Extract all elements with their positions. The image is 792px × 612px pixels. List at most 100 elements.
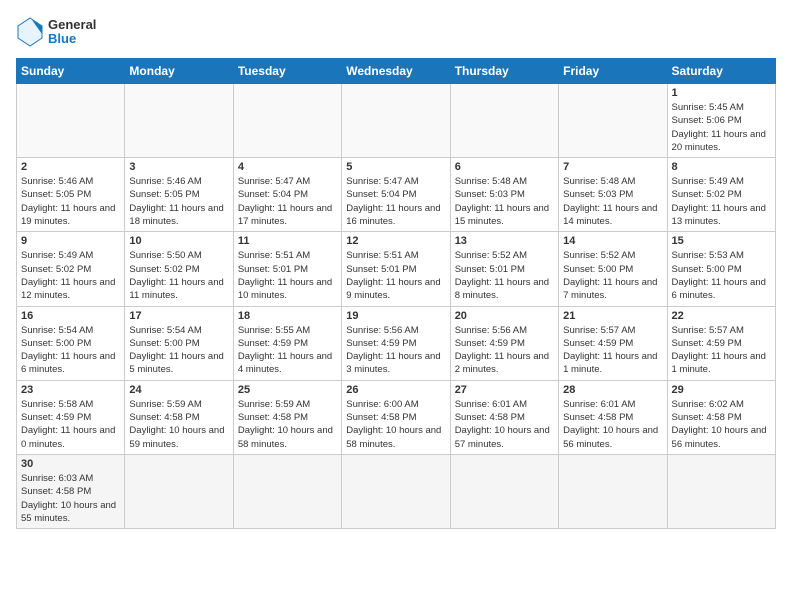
day-number: 10 <box>129 235 228 247</box>
day-info: Sunrise: 5:54 AMSunset: 5:00 PMDaylight:… <box>129 324 228 377</box>
day-info: Sunrise: 5:53 AMSunset: 5:00 PMDaylight:… <box>672 249 771 302</box>
calendar-cell: 29Sunrise: 6:02 AMSunset: 4:58 PMDayligh… <box>667 380 775 454</box>
day-info: Sunrise: 5:52 AMSunset: 5:01 PMDaylight:… <box>455 249 554 302</box>
calendar-cell: 18 Sunrise: 5:55 AMSunset: 4:59 PMDayligh… <box>233 306 341 380</box>
day-info: Sunrise: 5:58 AMSunset: 4:59 PMDaylight:… <box>21 398 120 451</box>
calendar-cell <box>559 84 667 158</box>
calendar-cell <box>559 454 667 528</box>
day-info: Sunrise: 5:48 AMSunset: 5:03 PMDaylight:… <box>455 175 554 228</box>
calendar-cell <box>342 454 450 528</box>
logo-graphic <box>16 16 44 48</box>
day-number: 23 <box>21 384 120 396</box>
day-info: Sunrise: 5:46 AMSunset: 5:05 PMDaylight:… <box>129 175 228 228</box>
day-info: Sunrise: 5:48 AMSunset: 5:03 PMDaylight:… <box>563 175 662 228</box>
day-info: Sunrise: 5:49 AMSunset: 5:02 PMDaylight:… <box>21 249 120 302</box>
day-info: Sunrise: 5:45 AMSunset: 5:06 PMDaylight:… <box>672 101 771 154</box>
day-number: 11 <box>238 235 337 247</box>
calendar-table: SundayMondayTuesdayWednesdayThursdayFrid… <box>16 58 776 529</box>
calendar-cell: 21Sunrise: 5:57 AMSunset: 4:59 PMDayligh… <box>559 306 667 380</box>
calendar-cell: 5 Sunrise: 5:47 AMSunset: 5:04 PMDaylight… <box>342 158 450 232</box>
day-number: 8 <box>672 161 771 173</box>
day-info: Sunrise: 5:51 AMSunset: 5:01 PMDaylight:… <box>346 249 445 302</box>
calendar-cell: 25 Sunrise: 5:59 AMSunset: 4:58 PMDayligh… <box>233 380 341 454</box>
day-number: 4 <box>238 161 337 173</box>
calendar-cell <box>342 84 450 158</box>
day-info: Sunrise: 6:01 AMSunset: 4:58 PMDaylight:… <box>455 398 554 451</box>
calendar-week-4: 16 Sunrise: 5:54 AMSunset: 5:00 PMDayligh… <box>17 306 776 380</box>
calendar-cell: 13 Sunrise: 5:52 AMSunset: 5:01 PMDayligh… <box>450 232 558 306</box>
day-info: Sunrise: 5:47 AMSunset: 5:04 PMDaylight:… <box>238 175 337 228</box>
day-info: Sunrise: 5:54 AMSunset: 5:00 PMDaylight:… <box>21 324 120 377</box>
calendar-cell <box>125 454 233 528</box>
day-header-saturday: Saturday <box>667 59 775 84</box>
day-number: 2 <box>21 161 120 173</box>
day-number: 9 <box>21 235 120 247</box>
calendar-week-5: 23 Sunrise: 5:58 AMSunset: 4:59 PMDayligh… <box>17 380 776 454</box>
calendar-cell: 24Sunrise: 5:59 AMSunset: 4:58 PMDayligh… <box>125 380 233 454</box>
day-info: Sunrise: 6:03 AMSunset: 4:58 PMDaylight:… <box>21 472 120 525</box>
day-number: 12 <box>346 235 445 247</box>
day-number: 1 <box>672 87 771 99</box>
day-number: 25 <box>238 384 337 396</box>
calendar-cell: 22 Sunrise: 5:57 AMSunset: 4:59 PMDayligh… <box>667 306 775 380</box>
day-number: 15 <box>672 235 771 247</box>
calendar-cell <box>17 84 125 158</box>
day-number: 22 <box>672 310 771 322</box>
day-info: Sunrise: 5:50 AMSunset: 5:02 PMDaylight:… <box>129 249 228 302</box>
day-number: 3 <box>129 161 228 173</box>
day-info: Sunrise: 5:52 AMSunset: 5:00 PMDaylight:… <box>563 249 662 302</box>
day-number: 27 <box>455 384 554 396</box>
calendar-cell: 23 Sunrise: 5:58 AMSunset: 4:59 PMDayligh… <box>17 380 125 454</box>
day-info: Sunrise: 5:56 AMSunset: 4:59 PMDaylight:… <box>346 324 445 377</box>
calendar-cell: 30 Sunrise: 6:03 AMSunset: 4:58 PMDayligh… <box>17 454 125 528</box>
calendar-cell: 11 Sunrise: 5:51 AMSunset: 5:01 PMDayligh… <box>233 232 341 306</box>
calendar-header-row: SundayMondayTuesdayWednesdayThursdayFrid… <box>17 59 776 84</box>
day-header-sunday: Sunday <box>17 59 125 84</box>
calendar-cell: 17Sunrise: 5:54 AMSunset: 5:00 PMDayligh… <box>125 306 233 380</box>
day-number: 16 <box>21 310 120 322</box>
page-header: General Blue <box>16 16 776 48</box>
calendar-cell <box>125 84 233 158</box>
calendar-cell <box>233 84 341 158</box>
day-number: 30 <box>21 458 120 470</box>
calendar-cell: 3 Sunrise: 5:46 AMSunset: 5:05 PMDaylight… <box>125 158 233 232</box>
calendar-cell: 12 Sunrise: 5:51 AMSunset: 5:01 PMDayligh… <box>342 232 450 306</box>
day-info: Sunrise: 5:55 AMSunset: 4:59 PMDaylight:… <box>238 324 337 377</box>
day-info: Sunrise: 5:49 AMSunset: 5:02 PMDaylight:… <box>672 175 771 228</box>
calendar-week-1: 1 Sunrise: 5:45 AMSunset: 5:06 PMDaylight… <box>17 84 776 158</box>
day-info: Sunrise: 5:59 AMSunset: 4:58 PMDaylight:… <box>129 398 228 451</box>
calendar-week-2: 2 Sunrise: 5:46 AMSunset: 5:05 PMDaylight… <box>17 158 776 232</box>
day-header-monday: Monday <box>125 59 233 84</box>
calendar-cell: 10 Sunrise: 5:50 AMSunset: 5:02 PMDayligh… <box>125 232 233 306</box>
logo-container: General Blue <box>16 16 96 48</box>
logo-text: General Blue <box>48 18 96 47</box>
logo: General Blue <box>16 16 96 48</box>
calendar-cell: 27 Sunrise: 6:01 AMSunset: 4:58 PMDayligh… <box>450 380 558 454</box>
day-number: 6 <box>455 161 554 173</box>
day-info: Sunrise: 5:57 AMSunset: 4:59 PMDaylight:… <box>672 324 771 377</box>
calendar-week-6: 30 Sunrise: 6:03 AMSunset: 4:58 PMDayligh… <box>17 454 776 528</box>
day-info: Sunrise: 5:47 AMSunset: 5:04 PMDaylight:… <box>346 175 445 228</box>
calendar-cell: 4 Sunrise: 5:47 AMSunset: 5:04 PMDaylight… <box>233 158 341 232</box>
day-info: Sunrise: 5:51 AMSunset: 5:01 PMDaylight:… <box>238 249 337 302</box>
day-header-tuesday: Tuesday <box>233 59 341 84</box>
calendar-cell: 28 Sunrise: 6:01 AMSunset: 4:58 PMDayligh… <box>559 380 667 454</box>
calendar-cell <box>667 454 775 528</box>
day-info: Sunrise: 6:01 AMSunset: 4:58 PMDaylight:… <box>563 398 662 451</box>
day-number: 7 <box>563 161 662 173</box>
calendar-cell: 1 Sunrise: 5:45 AMSunset: 5:06 PMDaylight… <box>667 84 775 158</box>
day-info: Sunrise: 5:59 AMSunset: 4:58 PMDaylight:… <box>238 398 337 451</box>
day-number: 28 <box>563 384 662 396</box>
calendar-cell: 9 Sunrise: 5:49 AMSunset: 5:02 PMDaylight… <box>17 232 125 306</box>
day-number: 13 <box>455 235 554 247</box>
day-number: 26 <box>346 384 445 396</box>
calendar-cell: 15 Sunrise: 5:53 AMSunset: 5:00 PMDayligh… <box>667 232 775 306</box>
day-info: Sunrise: 6:00 AMSunset: 4:58 PMDaylight:… <box>346 398 445 451</box>
calendar-cell: 6 Sunrise: 5:48 AMSunset: 5:03 PMDaylight… <box>450 158 558 232</box>
day-info: Sunrise: 5:46 AMSunset: 5:05 PMDaylight:… <box>21 175 120 228</box>
day-number: 18 <box>238 310 337 322</box>
day-number: 5 <box>346 161 445 173</box>
calendar-cell <box>450 454 558 528</box>
calendar-cell: 16 Sunrise: 5:54 AMSunset: 5:00 PMDayligh… <box>17 306 125 380</box>
calendar-week-3: 9 Sunrise: 5:49 AMSunset: 5:02 PMDaylight… <box>17 232 776 306</box>
